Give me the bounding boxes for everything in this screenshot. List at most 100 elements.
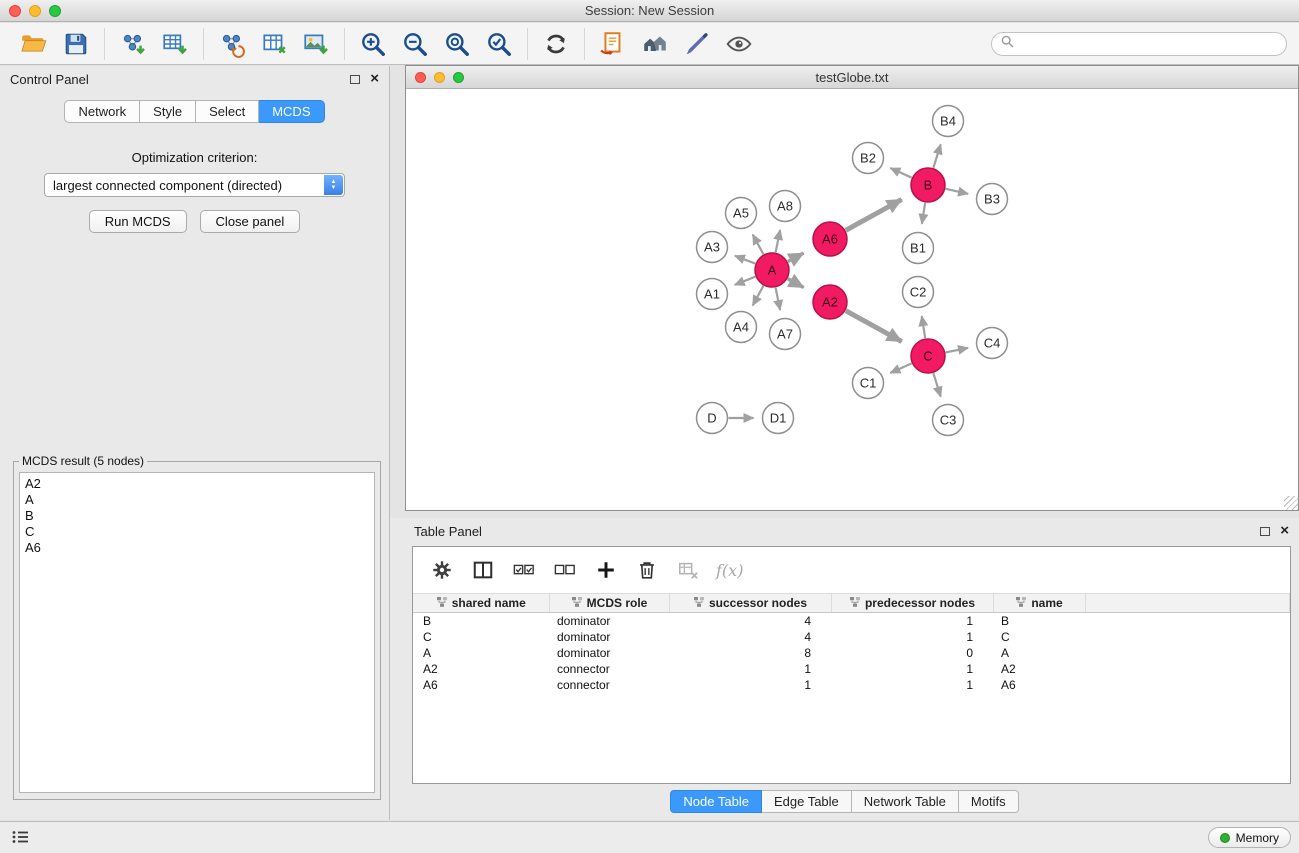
network-edge-A-A2[interactable] [788, 279, 804, 288]
network-edge-B-B3[interactable] [946, 189, 968, 194]
trash-button[interactable] [634, 557, 660, 583]
network-edge-C-C2[interactable] [922, 316, 925, 338]
network-node-D1[interactable]: D1 [763, 403, 794, 434]
table-row[interactable]: A6connector11A6 [413, 677, 1290, 693]
network-edge-A-A8[interactable] [776, 230, 781, 252]
network-edge-C-C3[interactable] [933, 373, 940, 396]
add-button[interactable] [593, 557, 619, 583]
network-node-B2[interactable]: B2 [853, 143, 884, 174]
optimization-criterion-dropdown[interactable]: largest connected component (directed) ▲… [44, 173, 345, 197]
tab-edge-table[interactable]: Edge Table [762, 790, 852, 813]
save-session-button[interactable] [59, 27, 93, 61]
network-node-A[interactable]: A [755, 253, 789, 287]
network-edge-B-B4[interactable] [933, 144, 940, 167]
float-panel-icon[interactable] [350, 75, 360, 84]
network-edge-A2-C[interactable] [846, 311, 902, 342]
network-canvas[interactable]: B4B2BB3A5A8A6B1A3AC2A1A2A4A7C4CC1C3DD1 [406, 89, 1298, 510]
table-row[interactable]: Bdominator41B [413, 613, 1290, 629]
network-edge-A6-B[interactable] [846, 199, 902, 230]
style-brush-button[interactable] [680, 27, 714, 61]
network-node-C1[interactable]: C1 [853, 368, 884, 399]
task-history-button[interactable] [12, 830, 29, 849]
network-window-titlebar[interactable]: testGlobe.txt [406, 66, 1298, 89]
tab-network[interactable]: Network [64, 100, 140, 123]
column-header-mcds-role[interactable]: MCDS role [549, 594, 669, 613]
zoom-in-button[interactable] [356, 27, 390, 61]
tab-style[interactable]: Style [140, 100, 196, 123]
network-edge-C-C1[interactable] [890, 363, 911, 373]
zoom-fit-button[interactable] [440, 27, 474, 61]
network-node-D[interactable]: D [697, 403, 728, 434]
tab-motifs[interactable]: Motifs [959, 790, 1019, 813]
mcds-result-item[interactable]: A2 [25, 476, 369, 492]
open-session-button[interactable] [17, 27, 51, 61]
table-row[interactable]: Cdominator41C [413, 629, 1290, 645]
network-node-A2[interactable]: A2 [813, 285, 847, 319]
network-node-B1[interactable]: B1 [903, 233, 934, 264]
network-node-A5[interactable]: A5 [726, 198, 757, 229]
network-edge-A-A7[interactable] [776, 288, 781, 310]
column-header-shared-name[interactable]: shared name [413, 594, 549, 613]
network-edge-A-A6[interactable] [788, 253, 804, 261]
memory-button[interactable]: Memory [1208, 827, 1291, 848]
mcds-result-list[interactable]: A2ABCA6 [19, 472, 375, 793]
float-table-panel-icon[interactable] [1260, 527, 1270, 536]
column-header-successor-nodes[interactable]: successor nodes [669, 594, 831, 613]
close-table-panel-icon[interactable]: × [1280, 525, 1289, 537]
column-header-name[interactable]: name [993, 594, 1085, 613]
network-close-button[interactable] [415, 72, 426, 83]
network-node-A4[interactable]: A4 [726, 312, 757, 343]
network-node-A6[interactable]: A6 [813, 222, 847, 256]
close-panel-button[interactable]: Close panel [200, 210, 301, 233]
home-button[interactable] [638, 27, 672, 61]
settings-gear-button[interactable] [429, 557, 455, 583]
network-node-B4[interactable]: B4 [933, 106, 964, 137]
search-input[interactable] [1020, 37, 1277, 51]
tab-select[interactable]: Select [196, 100, 259, 123]
network-edge-A-A3[interactable] [735, 256, 755, 264]
network-edge-A-A1[interactable] [735, 277, 756, 285]
column-layout-button[interactable] [470, 557, 496, 583]
search-box[interactable] [991, 32, 1287, 56]
network-node-B[interactable]: B [911, 168, 945, 202]
document-export-button[interactable] [596, 27, 630, 61]
network-node-A7[interactable]: A7 [770, 319, 801, 350]
network-node-C[interactable]: C [911, 339, 945, 373]
network-node-C2[interactable]: C2 [903, 277, 934, 308]
network-node-A3[interactable]: A3 [697, 232, 728, 263]
resize-grip[interactable] [1284, 496, 1298, 510]
import-network-button[interactable] [116, 27, 150, 61]
run-mcds-button[interactable]: Run MCDS [89, 210, 187, 233]
close-window-button[interactable] [9, 5, 21, 17]
deselect-all-button[interactable] [552, 557, 578, 583]
network-edge-C-C4[interactable] [946, 348, 968, 353]
network-node-A1[interactable]: A1 [697, 279, 728, 310]
column-header-predecessor-nodes[interactable]: predecessor nodes [831, 594, 993, 613]
new-table-button[interactable] [257, 27, 291, 61]
select-all-button[interactable] [511, 557, 537, 583]
zoom-selected-button[interactable] [482, 27, 516, 61]
table-row[interactable]: Adominator80A [413, 645, 1290, 661]
network-graph[interactable]: B4B2BB3A5A8A6B1A3AC2A1A2A4A7C4CC1C3DD1 [406, 89, 1298, 510]
export-image-button[interactable] [299, 27, 333, 61]
mcds-result-item[interactable]: C [25, 524, 369, 540]
minimize-window-button[interactable] [29, 5, 41, 17]
eye-button[interactable] [722, 27, 756, 61]
network-node-C3[interactable]: C3 [933, 405, 964, 436]
close-panel-icon[interactable]: × [370, 73, 379, 85]
network-edge-A-A4[interactable] [753, 286, 764, 306]
delete-table-button[interactable] [675, 557, 701, 583]
import-table-button[interactable] [158, 27, 192, 61]
mcds-result-item[interactable]: B [25, 508, 369, 524]
tab-node-table[interactable]: Node Table [670, 790, 762, 813]
mcds-result-item[interactable]: A [25, 492, 369, 508]
tab-mcds[interactable]: MCDS [259, 100, 324, 123]
network-node-B3[interactable]: B3 [977, 184, 1008, 215]
network-node-C4[interactable]: C4 [977, 328, 1008, 359]
network-minimize-button[interactable] [434, 72, 445, 83]
function-builder-button[interactable]: f(x) [716, 561, 743, 580]
zoom-out-button[interactable] [398, 27, 432, 61]
network-edge-A-A5[interactable] [753, 235, 764, 255]
mcds-result-item[interactable]: A6 [25, 540, 369, 556]
network-edge-B-B1[interactable] [922, 203, 925, 224]
